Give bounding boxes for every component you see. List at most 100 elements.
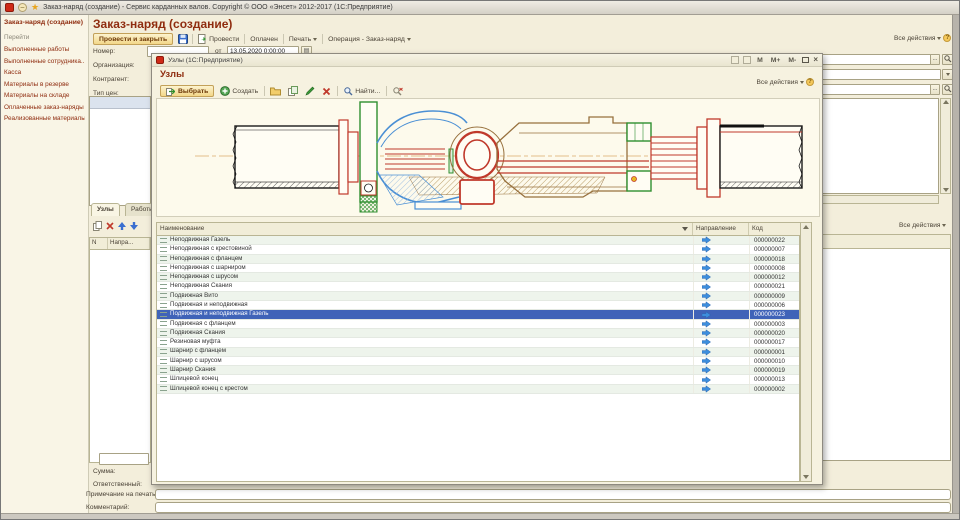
cardan-shaft-svg: [157, 99, 819, 216]
nodes-table-body: Неподвижная Газель000000022Неподвижная с…: [156, 236, 800, 482]
ellipsis-button[interactable]: ...: [930, 84, 940, 95]
node-row[interactable]: Шарнир с фланцем000000001: [157, 348, 799, 357]
restore-icon[interactable]: [802, 57, 809, 63]
magnifier-icon: [944, 85, 952, 93]
favorites-star-icon[interactable]: ★: [31, 3, 39, 12]
node-row[interactable]: Шлицевой конец000000013: [157, 375, 799, 384]
post-and-close-button[interactable]: Провести и закрыть: [93, 33, 173, 45]
sidebar-item[interactable]: Реализованные материалы: [4, 115, 85, 122]
sidebar-item[interactable]: Оплаченные заказ-наряды: [4, 104, 85, 111]
app-titlebar: – ★ Заказ-наряд (создание) - Сервис кард…: [1, 1, 960, 15]
node-row[interactable]: Неподвижная с фланцем000000018: [157, 255, 799, 264]
move-down-icon[interactable]: [130, 222, 138, 230]
nodes-table-scrollbar[interactable]: [800, 222, 812, 482]
modal-toolbar: Выбрать Создать Найти...: [160, 84, 404, 98]
modal-all-actions-button[interactable]: Все действия ?: [757, 78, 814, 86]
direction-icon: [702, 329, 711, 337]
post-button[interactable]: Провести: [196, 33, 241, 45]
node-row[interactable]: Шлицевой конец с крестом000000002: [157, 385, 799, 394]
tab-nodes[interactable]: Узлы: [91, 203, 120, 216]
edit-item-button[interactable]: [303, 85, 316, 98]
direction-icon: [702, 292, 711, 300]
nodes-grid-body[interactable]: [89, 250, 151, 463]
scroll-down-icon[interactable]: [803, 475, 809, 479]
scale-m-plus-button[interactable]: М+: [769, 57, 783, 64]
catalog-item-icon: [160, 303, 167, 308]
main-toolbar: Провести и закрыть Провести Оплачен Печа…: [93, 32, 413, 46]
separator: [283, 34, 284, 44]
scale-m-button[interactable]: М: [755, 57, 765, 64]
col-code[interactable]: Код: [749, 223, 797, 235]
delete-row-icon[interactable]: [106, 222, 114, 230]
col-direction: Напра...: [108, 238, 150, 249]
sidebar-item[interactable]: Выполненные работы: [4, 46, 85, 53]
save-icon[interactable]: [176, 33, 189, 46]
close-icon[interactable]: ×: [813, 56, 818, 64]
node-row[interactable]: Неподвижная Скания000000021: [157, 282, 799, 291]
sum-value-box[interactable]: [99, 453, 149, 465]
direction-icon: [702, 236, 711, 244]
sidebar-item[interactable]: Материалы на складе: [4, 92, 85, 99]
create-group-button[interactable]: [269, 85, 282, 98]
node-row[interactable]: Подвижная Вито000000009: [157, 292, 799, 301]
col-name[interactable]: Наименование: [157, 223, 693, 235]
copy-item-button[interactable]: [286, 85, 299, 98]
node-row[interactable]: Резиновая муфта000000017: [157, 338, 799, 347]
move-up-icon[interactable]: [118, 222, 126, 230]
node-row[interactable]: Подвижная и неподвижная000000006: [157, 301, 799, 310]
catalog-item-icon: [160, 247, 167, 252]
chevron-down-icon: [407, 38, 411, 41]
scroll-down-icon[interactable]: [943, 188, 949, 192]
help-icon[interactable]: ?: [943, 34, 951, 42]
nodes-grid-header: N Напра...: [89, 237, 151, 250]
catalog-item-icon: [160, 349, 167, 354]
sidebar-items: Выполненные работы Выполненные сотрудника…: [4, 46, 85, 122]
node-row[interactable]: Неподвижная Газель000000022: [157, 236, 799, 245]
app-window: – ★ Заказ-наряд (создание) - Сервис кард…: [0, 0, 960, 520]
modal-heading: Узлы: [160, 69, 184, 80]
node-row[interactable]: Неподвижная с крестовиной000000007: [157, 245, 799, 254]
col-direction[interactable]: Направление: [693, 223, 749, 235]
node-row[interactable]: Подвижная и неподвижная Газель000000023: [157, 310, 799, 319]
direction-icon: [702, 311, 711, 319]
node-row[interactable]: Неподвижная с шарниром000000008: [157, 264, 799, 273]
direction-icon: [702, 357, 711, 365]
scale-m-minus-button[interactable]: М-: [786, 57, 798, 64]
node-row[interactable]: Неподвижная с шрусом000000012: [157, 273, 799, 282]
node-row[interactable]: Шарнир Скания000000019: [157, 366, 799, 375]
sidebar-item[interactable]: Выполненные сотрудника...: [4, 58, 85, 65]
comment-input[interactable]: [155, 502, 951, 513]
modal-help-icon[interactable]: ?: [806, 78, 814, 86]
catalog-item-icon: [160, 284, 167, 289]
direction-icon: [702, 264, 711, 272]
print-menu-button[interactable]: Печать: [287, 35, 319, 44]
create-button[interactable]: Создать: [218, 85, 260, 97]
right-vscrollbar[interactable]: [940, 98, 951, 194]
sidebar-item[interactable]: Касса: [4, 69, 85, 76]
right-all-actions-button[interactable]: Все действия: [899, 222, 946, 229]
scroll-up-icon[interactable]: [803, 225, 809, 229]
ellipsis-button[interactable]: ...: [930, 54, 940, 65]
direction-icon: [702, 283, 711, 291]
clear-find-button[interactable]: [391, 85, 404, 98]
node-row[interactable]: Шарнир с шрусом000000010: [157, 357, 799, 366]
scroll-up-icon[interactable]: [943, 100, 949, 104]
main-all-actions-button[interactable]: Все действия ?: [894, 34, 951, 42]
find-button[interactable]: Найти...: [342, 86, 382, 97]
sidebar-item[interactable]: Материалы в резерве: [4, 81, 85, 88]
select-icon: [166, 87, 175, 96]
node-row[interactable]: Подвижная с фланцем000000003: [157, 320, 799, 329]
responsible-label: Ответственный:: [93, 481, 142, 488]
add-copy-icon[interactable]: [93, 221, 102, 231]
delete-item-button[interactable]: [320, 85, 333, 98]
minimize-icon[interactable]: –: [18, 3, 27, 12]
operation-menu-button[interactable]: Операция - Заказ-наряд: [326, 35, 413, 44]
node-row[interactable]: Подвижная Скания000000020: [157, 329, 799, 338]
price-type-listbox[interactable]: [89, 96, 151, 206]
paid-button[interactable]: Оплачен: [248, 35, 280, 44]
select-button[interactable]: Выбрать: [160, 85, 214, 97]
organization-label: Организация:: [93, 62, 135, 69]
window-doc2-icon[interactable]: [743, 56, 751, 64]
print-note-input[interactable]: [155, 489, 951, 500]
window-doc-icon[interactable]: [731, 56, 739, 64]
